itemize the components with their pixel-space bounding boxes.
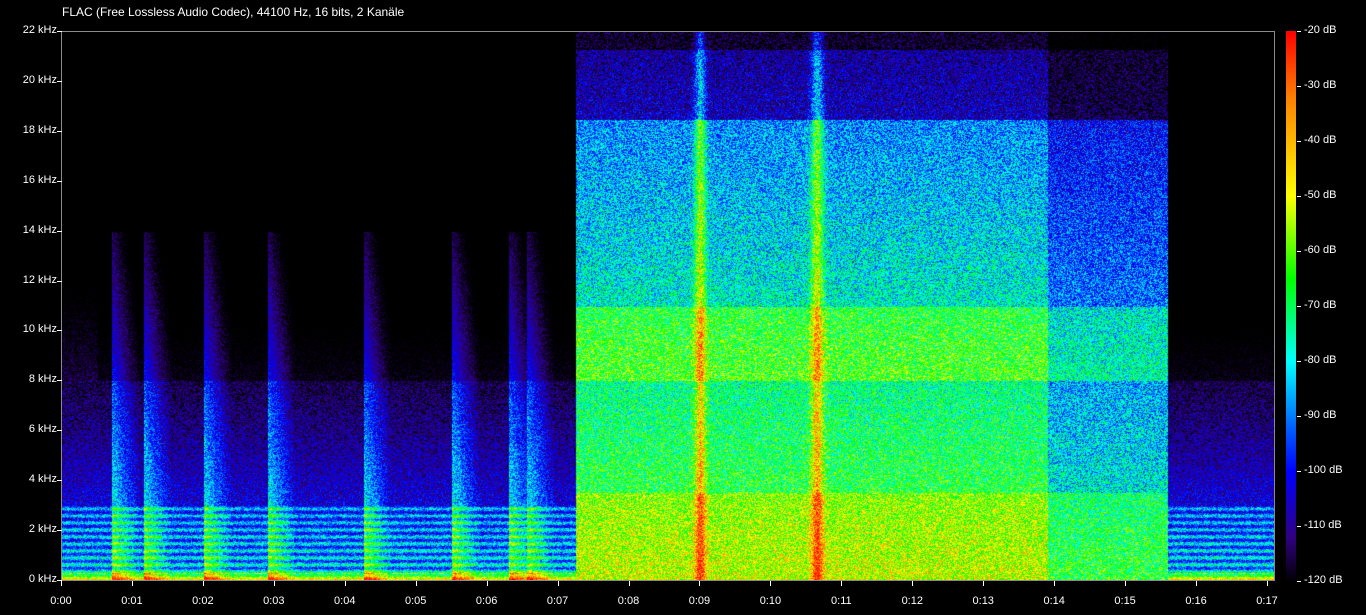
db-tick [1297,196,1301,197]
db-tick-label: -40 dB [1304,134,1337,146]
time-tick-label: 0:16 [1185,595,1207,607]
chart-title: FLAC (Free Lossless Audio Codec), 44100 … [62,5,405,19]
frequency-tick [57,31,62,32]
db-tick-label: -50 dB [1304,189,1337,201]
time-tick-label: 0:01 [121,595,143,607]
time-tick-label: 0:11 [831,595,852,607]
db-colorbar [1286,31,1296,582]
time-tick-label: 0:07 [546,595,569,607]
db-tick-label: -80 dB [1304,354,1337,366]
frequency-tick [57,430,62,432]
frequency-tick-label: 8 kHz [28,373,57,386]
frequency-tick [57,480,62,482]
time-tick [273,581,275,586]
frequency-tick [57,130,62,132]
db-tick [1297,526,1301,527]
db-tick-label: -120 dB [1304,574,1343,586]
time-tick-label: 0:12 [901,595,923,607]
frequency-tick-label: 0 kHz [28,573,57,585]
db-tick-label: -70 dB [1304,299,1337,311]
time-tick-label: 0:10 [759,595,782,607]
time-tick [770,581,772,586]
time-tick [1196,581,1198,586]
spectrogram-canvas [62,32,1274,580]
time-tick-label: 0:09 [688,595,711,607]
time-tick [557,581,559,586]
frequency-tick [57,280,62,282]
db-tick-label: -100 dB [1304,464,1343,476]
frequency-tick [57,530,62,532]
time-tick-label: 0:13 [972,595,994,607]
db-tick [1297,141,1301,142]
db-tick [1297,471,1301,472]
frequency-tick-label: 6 kHz [28,423,57,436]
time-tick [486,581,488,586]
db-tick [1297,416,1301,417]
db-tick-label: -110 dB [1304,519,1342,531]
frequency-tick-label: 2 kHz [28,523,57,536]
db-tick-label: -90 dB [1304,409,1337,421]
frequency-tick-label: 16 kHz [22,173,57,186]
time-tick-label: 0:14 [1043,595,1065,607]
time-tick-label: 0:17 [1256,595,1278,607]
time-tick [628,581,630,586]
frequency-tick-label: 14 kHz [22,223,57,236]
time-tick-label: 0:05 [404,595,427,607]
time-tick-label: 0:08 [617,595,640,607]
time-tick [131,581,133,586]
time-tick [699,581,701,586]
time-tick [1054,581,1056,586]
time-tick-label: 0:03 [263,595,285,607]
time-tick-label: 0:02 [192,595,214,607]
time-tick-label: 0:06 [475,595,498,607]
frequency-tick-label: 10 kHz [22,323,57,336]
db-tick-label: -60 dB [1304,244,1337,256]
time-tick-label: 0:15 [1114,595,1136,607]
time-tick-label: 0:04 [334,595,356,607]
frequency-tick-label: 18 kHz [22,123,57,136]
db-tick [1297,306,1301,307]
frequency-tick [57,330,62,332]
frequency-tick [57,180,62,182]
time-tick [841,581,843,586]
db-tick [1297,581,1301,582]
time-tick [61,581,62,586]
frequency-tick [57,230,62,232]
frequency-tick-label: 22 kHz [22,24,57,36]
db-tick [1297,251,1301,252]
db-tick-label: -20 dB [1304,24,1337,36]
db-tick [1297,86,1301,87]
time-tick [912,581,914,586]
frequency-tick-label: 4 kHz [28,473,57,486]
frequency-tick-label: 12 kHz [22,273,57,286]
time-tick [1125,581,1127,586]
time-tick [344,581,346,586]
time-tick [1267,581,1268,586]
frequency-tick-label: 20 kHz [22,73,57,86]
frequency-tick [57,80,62,82]
db-tick [1297,31,1301,32]
frequency-tick [57,380,62,382]
time-tick [415,581,417,586]
db-tick-label: -30 dB [1304,79,1337,91]
db-tick [1297,361,1301,362]
spectrogram-plot-area[interactable] [61,31,1275,581]
time-tick [202,581,204,586]
time-tick [983,581,985,586]
time-tick-label: 0:00 [50,595,72,607]
